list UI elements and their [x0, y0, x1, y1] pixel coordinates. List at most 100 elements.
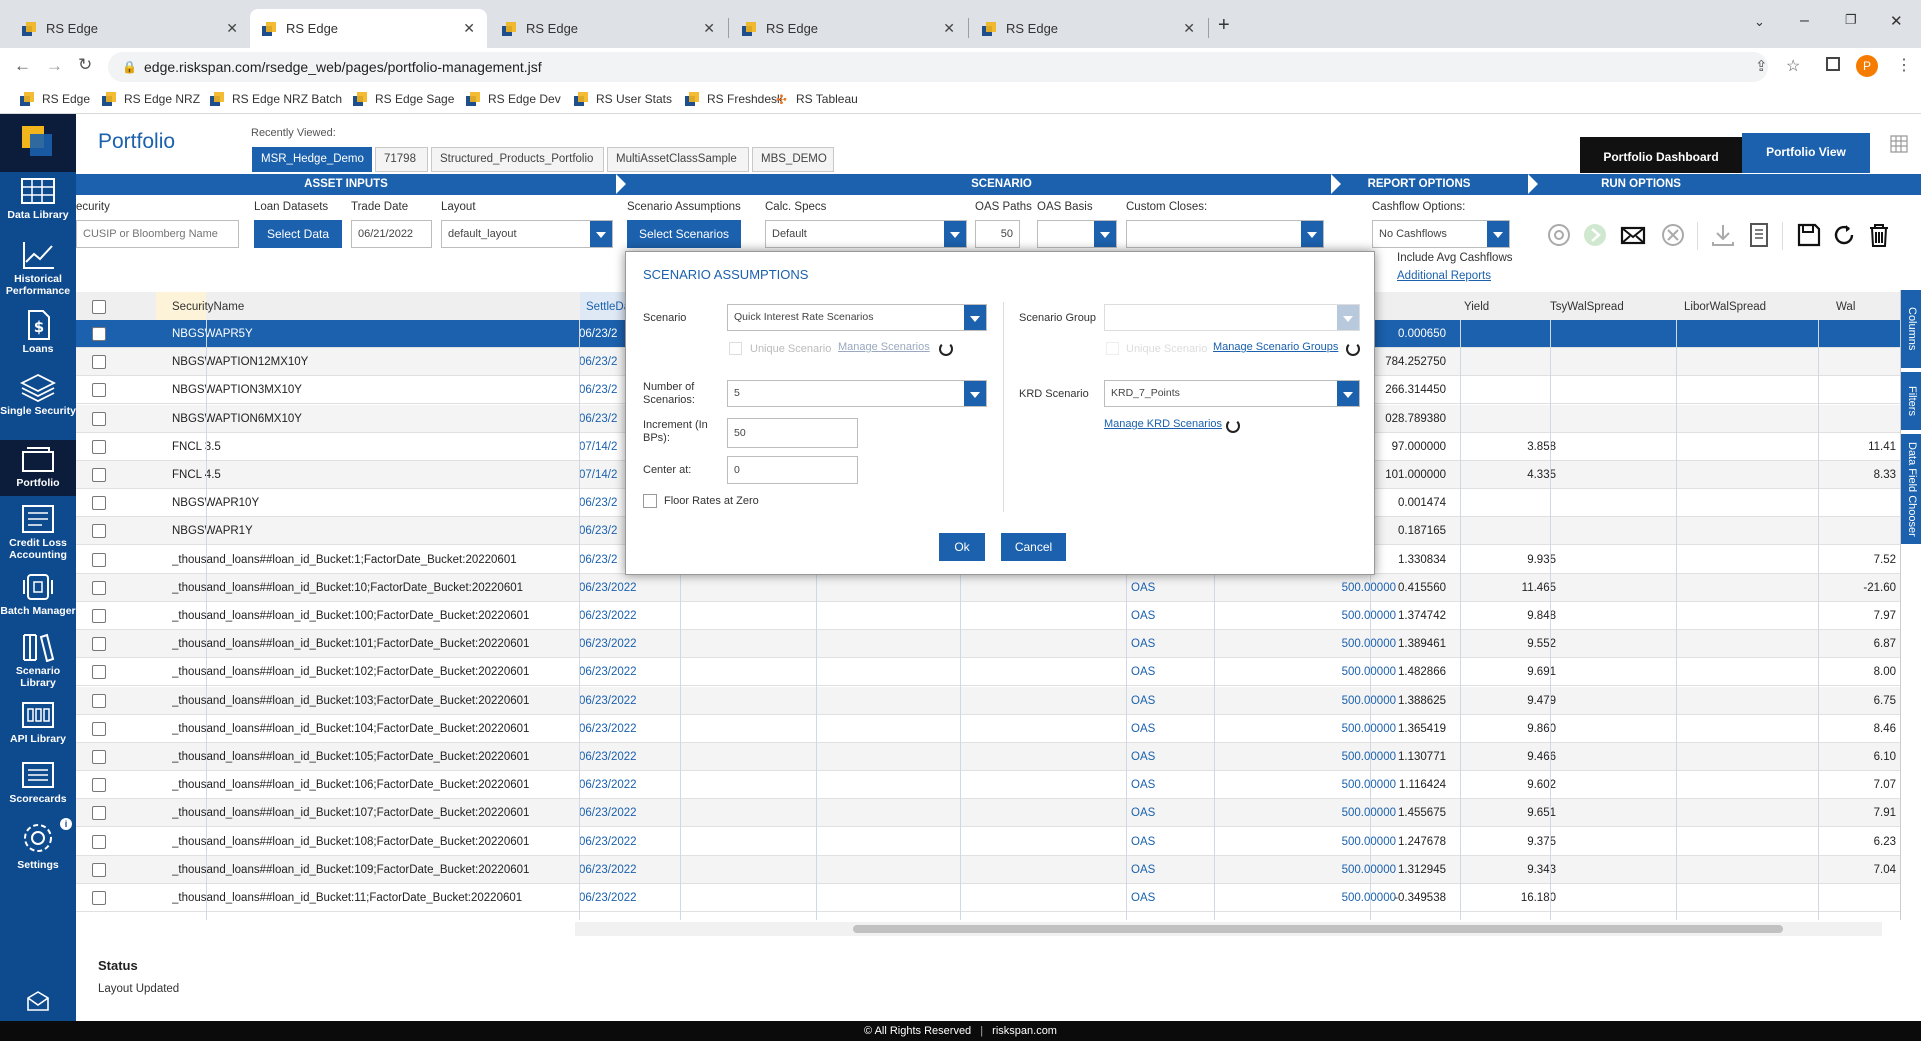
bookmark-item[interactable]: RS Freshdesk: [685, 92, 783, 106]
row-checkbox[interactable]: [92, 496, 106, 511]
chevron-down-icon[interactable]: [1337, 381, 1359, 406]
chevron-down-icon[interactable]: [1094, 221, 1116, 247]
table-row[interactable]: _thousand_loans##loan_id_Bucket:109;Fact…: [76, 855, 1900, 884]
profile-avatar[interactable]: P: [1856, 55, 1878, 77]
row-checkbox[interactable]: [92, 383, 106, 398]
data-field-chooser-tab[interactable]: Data Field Chooser: [1901, 434, 1921, 544]
url-field[interactable]: 🔒 edge.riskspan.com/rsedge_web/pages/port…: [108, 52, 1768, 82]
calc-specs-select[interactable]: Default: [765, 220, 967, 248]
close-tab-icon[interactable]: ✕: [703, 20, 715, 37]
browser-tab[interactable]: RS Edge ✕: [490, 9, 727, 48]
row-checkbox[interactable]: [92, 609, 106, 623]
feedback-mail-icon[interactable]: [26, 990, 50, 1012]
bookmark-item[interactable]: ✣ RS Tableau: [776, 92, 858, 107]
select-data-button[interactable]: Select Data: [254, 220, 342, 248]
table-row[interactable]: _thousand_loans##loan_id_Bucket:11;Facto…: [76, 884, 1900, 912]
sidebar-item-credit-loss-accounting[interactable]: Credit Loss Accounting: [0, 500, 76, 562]
sidebar-item-scenario-library[interactable]: Scenario Library: [0, 628, 76, 690]
manage-scenarios-link[interactable]: Manage Scenarios: [838, 341, 930, 353]
refresh-icon[interactable]: [1831, 222, 1857, 248]
scenario-select[interactable]: Quick Interest Rate Scenarios: [727, 304, 987, 331]
restore-icon[interactable]: ❐: [1845, 12, 1857, 28]
row-checkbox[interactable]: [92, 411, 106, 426]
row-checkbox[interactable]: [92, 580, 106, 595]
row-checkbox[interactable]: [92, 806, 106, 821]
close-tab-icon[interactable]: ✕: [226, 20, 238, 37]
close-tab-icon[interactable]: ✕: [1183, 20, 1195, 37]
filters-panel-tab[interactable]: Filters: [1901, 372, 1921, 430]
back-icon[interactable]: ←: [14, 56, 31, 76]
krd-scenario-select[interactable]: KRD_7_Points: [1104, 380, 1360, 407]
row-checkbox[interactable]: [92, 834, 106, 849]
close-window-icon[interactable]: ✕: [1890, 12, 1903, 30]
chevron-down-icon[interactable]: [590, 221, 612, 247]
unique-scenario-checkbox[interactable]: [729, 342, 742, 355]
floor-rates-checkbox[interactable]: [643, 494, 657, 508]
table-row[interactable]: _thousand_loans##loan_id_Bucket:103;Fact…: [76, 686, 1900, 715]
browser-tab[interactable]: RS Edge ✕: [10, 9, 250, 48]
delete-icon[interactable]: [1866, 222, 1892, 248]
row-checkbox[interactable]: [92, 524, 106, 539]
share-icon[interactable]: ⇪: [1755, 57, 1768, 75]
bookmark-item[interactable]: RS Edge Sage: [353, 92, 454, 106]
horizontal-scrollbar[interactable]: [575, 922, 1882, 936]
table-row[interactable]: _thousand_loans##loan_id_Bucket:108;Fact…: [76, 828, 1900, 856]
close-tab-icon[interactable]: ✕: [943, 20, 955, 37]
additional-reports-link[interactable]: Additional Reports: [1397, 270, 1491, 282]
grid-menu-icon[interactable]: [1890, 135, 1908, 153]
select-scenarios-button[interactable]: Select Scenarios: [627, 220, 741, 248]
scenario-group-select[interactable]: [1104, 304, 1360, 331]
calculate-icon[interactable]: [1546, 222, 1572, 248]
bookmark-item[interactable]: RS Edge Dev: [466, 92, 561, 106]
close-tab-icon[interactable]: ✕: [463, 20, 475, 37]
download-icon[interactable]: [1710, 222, 1736, 248]
bookmark-item[interactable]: RS User Stats: [574, 92, 672, 106]
cancel-run-icon[interactable]: [1660, 222, 1686, 248]
sidebar-item-historical-performance[interactable]: Historical Performance: [0, 236, 76, 298]
email-icon[interactable]: [1620, 222, 1646, 248]
recent-item-mbs-demo[interactable]: MBS_DEMO: [752, 147, 834, 172]
sidebar-item-scorecards[interactable]: Scorecards: [0, 756, 76, 818]
table-row[interactable]: _thousand_loans##loan_id_Bucket:100;Fact…: [76, 602, 1900, 630]
chevron-down-icon[interactable]: [1301, 221, 1323, 247]
include-avg-cashflows-label[interactable]: Include Avg Cashflows: [1397, 252, 1513, 264]
table-row[interactable]: _thousand_loans##loan_id_Bucket:102;Fact…: [76, 658, 1900, 687]
sidebar-item-settings[interactable]: Settings i: [0, 816, 76, 886]
chevron-down-icon[interactable]: [944, 221, 966, 247]
browser-tab[interactable]: RS Edge ✕: [730, 9, 967, 48]
browser-tab-active[interactable]: RS Edge ✕: [250, 9, 487, 48]
layout-select[interactable]: default_layout: [441, 220, 613, 248]
security-input[interactable]: [76, 220, 239, 248]
number-of-scenarios-select[interactable]: 5: [727, 380, 987, 407]
unique-scenario-group-checkbox[interactable]: [1106, 342, 1119, 355]
row-checkbox[interactable]: [92, 468, 106, 482]
row-checkbox[interactable]: [92, 665, 106, 680]
new-tab-icon[interactable]: +: [1218, 14, 1230, 37]
sidebar-item-loans[interactable]: $ Loans: [0, 306, 76, 368]
bookmark-item[interactable]: RS Edge: [20, 92, 90, 106]
refresh-icon[interactable]: [939, 342, 953, 356]
recent-item-msr-hedge-demo[interactable]: MSR_Hedge_Demo: [252, 147, 372, 172]
bookmark-item[interactable]: RS Edge NRZ Batch: [210, 92, 342, 106]
table-row[interactable]: _thousand_loans##loan_id_Bucket:107;Fact…: [76, 799, 1900, 828]
refresh-icon[interactable]: [1226, 419, 1240, 433]
report-icon[interactable]: [1746, 222, 1772, 248]
oas-paths-input[interactable]: 50: [975, 220, 1020, 248]
recent-item-structured-products[interactable]: Structured_Products_Portfolio: [431, 147, 604, 172]
refresh-icon[interactable]: [1346, 342, 1360, 356]
chevron-down-icon[interactable]: [1487, 221, 1509, 247]
manage-scenario-groups-link[interactable]: Manage Scenario Groups: [1213, 341, 1338, 353]
center-at-input[interactable]: 0: [727, 456, 858, 484]
row-checkbox[interactable]: [92, 750, 106, 764]
row-checkbox[interactable]: [92, 721, 106, 736]
manage-krd-scenarios-link[interactable]: Manage KRD Scenarios: [1104, 418, 1222, 430]
save-icon[interactable]: [1796, 222, 1822, 248]
ok-button[interactable]: Ok: [939, 533, 985, 561]
recent-item-multiasset[interactable]: MultiAssetClassSample: [607, 147, 749, 172]
row-checkbox[interactable]: [92, 637, 106, 652]
sidebar-item-batch-manager[interactable]: Batch Manager: [0, 568, 76, 630]
recent-item-71798[interactable]: 71798: [375, 147, 428, 172]
bookmark-star-icon[interactable]: ☆: [1786, 56, 1800, 76]
sidebar-item-single-security[interactable]: Single Security: [0, 368, 76, 430]
table-row[interactable]: _thousand_loans##loan_id_Bucket:106;Fact…: [76, 771, 1900, 800]
